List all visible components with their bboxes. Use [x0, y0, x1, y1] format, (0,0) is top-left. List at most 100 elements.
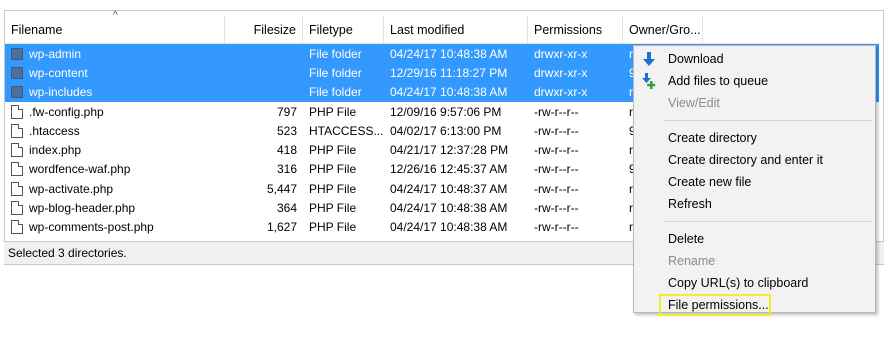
menu-item-file-permissions[interactable]: File permissions... [659, 294, 771, 316]
menu-item-label: View/Edit [668, 96, 720, 110]
file-type: PHP File [309, 220, 357, 235]
download-icon [643, 52, 655, 66]
file-permissions: -rw-r--r-- [534, 143, 579, 158]
column-header-last-modified[interactable]: Last modified [384, 16, 528, 43]
file-type: PHP File [309, 181, 357, 196]
file-name: wordfence-waf.php [29, 162, 131, 177]
file-name-cell: wp-content [5, 63, 225, 82]
file-last-modified: 04/21/17 12:37:28 PM [390, 143, 509, 158]
file-type: PHP File [309, 143, 357, 158]
file-last-modified: 04/24/17 10:48:38 AM [390, 220, 508, 235]
file-size: 1,627 [266, 220, 297, 235]
file-name: wp-comments-post.php [29, 220, 154, 235]
file-icon [11, 220, 23, 235]
menu-item-delete[interactable]: Delete [634, 228, 875, 250]
file-icon [11, 143, 23, 158]
file-icon [11, 104, 23, 119]
file-type: PHP File [309, 104, 357, 119]
file-icon [11, 123, 23, 138]
file-type: File folder [309, 65, 362, 80]
file-permissions: drwxr-xr-x [534, 46, 588, 61]
file-permissions: -rw-r--r-- [534, 123, 579, 138]
menu-item-create-directory-and-enter[interactable]: Create directory and enter it [634, 149, 875, 171]
file-last-modified: 04/24/17 10:48:37 AM [390, 181, 508, 196]
column-header-last-modified-label: Last modified [390, 22, 465, 37]
context-menu: Download Add files to queue View/Edit Creat… [633, 45, 876, 316]
file-name: wp-admin [29, 46, 82, 61]
menu-item-refresh[interactable]: Refresh [634, 193, 875, 215]
file-name-cell: wordfence-waf.php [5, 160, 225, 179]
menu-item-label: Refresh [668, 197, 712, 211]
file-size: 418 [276, 143, 297, 158]
file-permissions: -rw-r--r-- [534, 181, 579, 196]
file-last-modified: 12/29/16 11:18:27 PM [390, 65, 508, 80]
add-to-queue-icon [642, 73, 656, 89]
column-header-filetype[interactable]: Filetype [303, 16, 384, 43]
file-last-modified: 12/09/16 9:57:06 PM [390, 104, 502, 119]
menu-item-label: Add files to queue [668, 74, 769, 88]
file-permissions: -rw-r--r-- [534, 201, 579, 216]
menu-item-label: Copy URL(s) to clipboard [668, 276, 809, 290]
menu-separator [664, 221, 872, 222]
file-size: 364 [276, 201, 297, 216]
folder-icon [11, 66, 23, 79]
file-last-modified: 04/02/17 6:13:00 PM [390, 123, 502, 138]
file-type: File folder [309, 85, 362, 100]
menu-item-create-new-file[interactable]: Create new file [634, 171, 875, 193]
folder-icon [11, 47, 23, 60]
file-size [225, 83, 303, 102]
file-type: HTACCESS... [309, 123, 384, 138]
file-permissions: drwxr-xr-x [534, 65, 588, 80]
column-header-filesize-label: Filesize [253, 22, 296, 37]
status-text: Selected 3 directories. [8, 246, 127, 260]
file-icon [11, 201, 23, 216]
file-name: wp-includes [29, 85, 93, 100]
column-header-filename-label: Filename [11, 22, 63, 37]
column-header-owner-label: Owner/Gro... [629, 22, 701, 37]
menu-item-view-edit: View/Edit [634, 92, 875, 114]
file-last-modified: 04/24/17 10:48:38 AM [390, 46, 508, 61]
column-header-filetype-label: Filetype [309, 22, 353, 37]
file-type: PHP File [309, 162, 357, 177]
sort-ascending-icon: ^ [113, 10, 118, 21]
file-name-cell: .fw-config.php [5, 102, 225, 121]
file-name: index.php [29, 143, 82, 158]
file-permissions: -rw-r--r-- [534, 162, 579, 177]
column-header-filesize[interactable]: Filesize [225, 16, 303, 43]
menu-item-label: Create new file [668, 175, 752, 189]
file-name: .fw-config.php [29, 104, 104, 119]
column-header-permissions[interactable]: Permissions [528, 16, 623, 43]
menu-item-label: Delete [668, 232, 705, 246]
file-name-cell: wp-activate.php [5, 179, 225, 198]
file-name: .htaccess [29, 123, 80, 138]
column-header-owner[interactable]: Owner/Gro... [623, 16, 703, 43]
folder-icon [11, 86, 23, 99]
menu-item-label: Download [668, 52, 724, 66]
file-size: 797 [276, 104, 297, 119]
file-name-cell: wp-comments-post.php [5, 218, 225, 237]
file-name-cell: wp-includes [5, 83, 225, 102]
menu-separator [664, 120, 872, 121]
column-header-row: ^ Filename Filesize Filetype Last modifi… [5, 10, 879, 44]
menu-item-label: Create directory and enter it [668, 153, 823, 167]
file-name-cell: .htaccess [5, 121, 225, 140]
menu-item-copy-urls[interactable]: Copy URL(s) to clipboard [634, 272, 875, 294]
menu-item-rename: Rename [634, 250, 875, 272]
file-size [225, 44, 303, 63]
file-type: File folder [309, 46, 362, 61]
menu-item-create-directory[interactable]: Create directory [634, 127, 875, 149]
column-header-permissions-label: Permissions [534, 22, 603, 37]
file-type: PHP File [309, 201, 357, 216]
column-header-filename[interactable]: ^ Filename [5, 10, 225, 43]
file-icon [11, 162, 23, 177]
file-size [225, 63, 303, 82]
file-size: 523 [276, 123, 297, 138]
file-size: 316 [276, 162, 297, 177]
file-name-cell: wp-admin [5, 44, 225, 63]
file-name: wp-blog-header.php [29, 201, 136, 216]
file-name-cell: wp-blog-header.php [5, 198, 225, 217]
menu-item-download[interactable]: Download [634, 48, 875, 70]
file-permissions: drwxr-xr-x [534, 85, 588, 100]
file-name: wp-activate.php [29, 181, 114, 196]
menu-item-add-files-to-queue[interactable]: Add files to queue [634, 70, 875, 92]
